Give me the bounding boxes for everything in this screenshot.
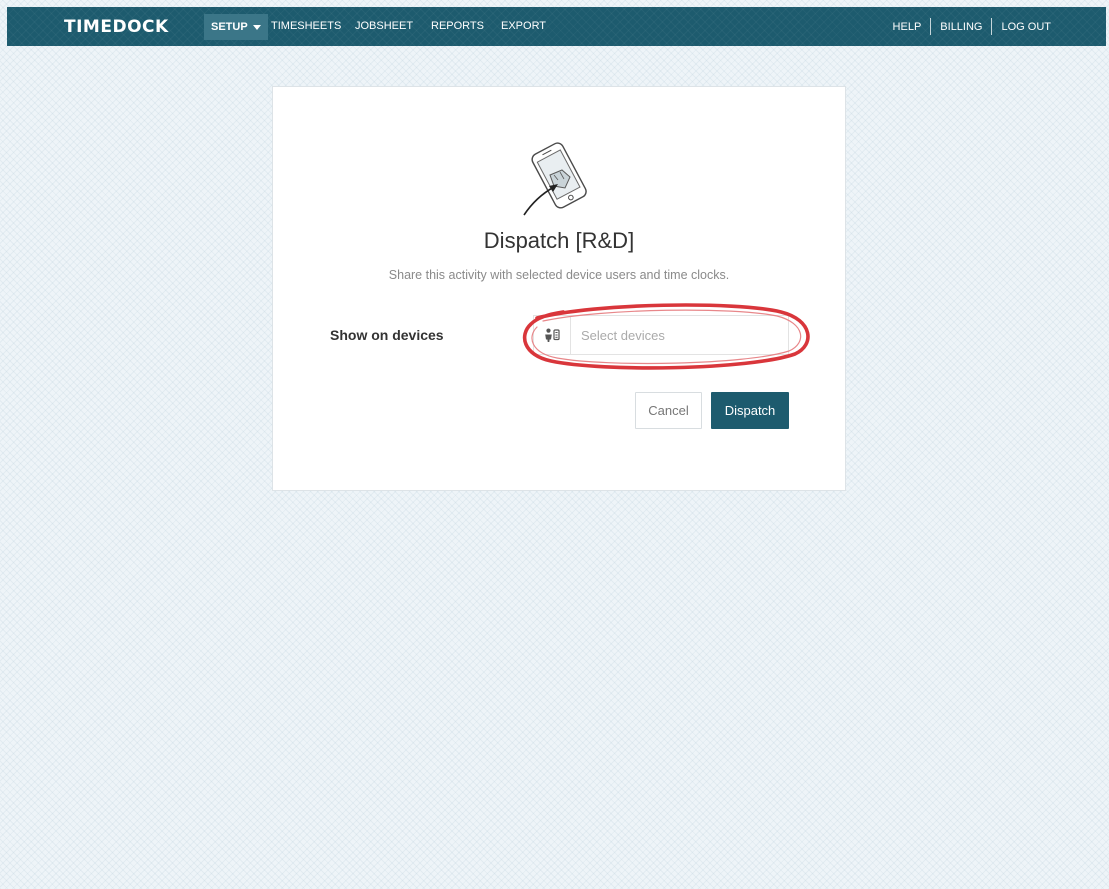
nav-setup-label: SETUP bbox=[211, 21, 248, 33]
dialog-subtitle: Share this activity with selected device… bbox=[388, 268, 730, 282]
nav-right-group: HELP BILLING LOG OUT bbox=[893, 18, 1051, 35]
brand-logo[interactable]: TIMEDOCK bbox=[64, 17, 169, 37]
dispatch-button[interactable]: Dispatch bbox=[711, 392, 789, 429]
nav-link-reports[interactable]: REPORTS bbox=[431, 20, 484, 32]
device-users-icon bbox=[533, 315, 570, 355]
show-on-devices-label: Show on devices bbox=[330, 327, 444, 343]
cancel-button[interactable]: Cancel bbox=[635, 392, 702, 429]
nav-link-timesheets[interactable]: TIMESHEETS bbox=[271, 20, 341, 32]
device-select-group bbox=[533, 315, 789, 355]
nav-link-billing[interactable]: BILLING bbox=[940, 21, 982, 33]
nav-divider bbox=[991, 18, 993, 35]
nav-link-logout[interactable]: LOG OUT bbox=[1001, 21, 1051, 33]
nav-link-jobsheet[interactable]: JOBSHEET bbox=[355, 20, 413, 32]
dispatch-dialog: Dispatch [R&D] Share this activity with … bbox=[272, 86, 846, 491]
nav-link-help[interactable]: HELP bbox=[893, 21, 922, 33]
dialog-title: Dispatch [R&D] bbox=[483, 228, 635, 253]
nav-setup-dropdown[interactable]: SETUP bbox=[204, 14, 268, 40]
nav-divider bbox=[930, 18, 932, 35]
caret-down-icon bbox=[252, 24, 261, 30]
top-navbar: TIMEDOCK SETUP TIMESHEETS JOBSHEET REPOR… bbox=[7, 7, 1106, 46]
phone-dispatch-icon bbox=[523, 142, 587, 216]
nav-link-export[interactable]: EXPORT bbox=[501, 20, 546, 32]
select-devices-input[interactable] bbox=[570, 315, 789, 355]
